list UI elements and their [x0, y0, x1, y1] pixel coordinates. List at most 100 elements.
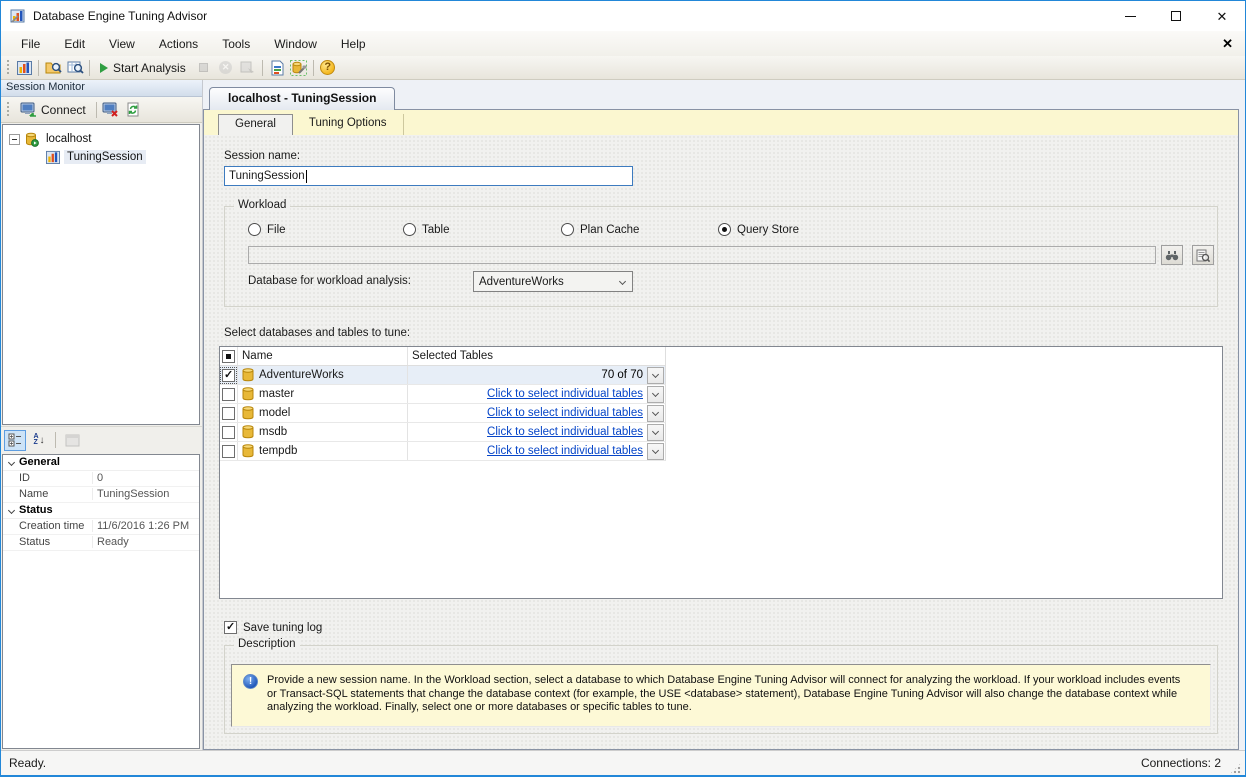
help-button[interactable]: ? — [317, 57, 339, 78]
refresh-icon — [126, 102, 140, 117]
row-dropdown-button[interactable] — [647, 443, 664, 460]
disconnect-button[interactable] — [100, 99, 122, 120]
property-category-general[interactable]: General — [3, 455, 199, 471]
chevron-down-icon — [652, 427, 659, 434]
workload-database-combo[interactable]: AdventureWorks — [473, 271, 633, 292]
connect-button[interactable]: Connect — [13, 99, 93, 120]
document-tab[interactable]: localhost - TuningSession — [209, 87, 395, 110]
row-dropdown-button[interactable] — [647, 386, 664, 403]
toolbar-grip[interactable] — [6, 60, 10, 75]
tree-node-localhost-label[interactable]: localhost — [43, 132, 94, 146]
database-icon — [242, 425, 254, 439]
save-tuning-log-checkbox[interactable]: Save tuning log — [224, 621, 322, 634]
database-name: tempdb — [259, 445, 297, 457]
categorized-button[interactable] — [4, 430, 26, 451]
app-icon — [10, 8, 26, 24]
select-tables-link[interactable]: Click to select individual tables — [487, 388, 643, 400]
new-session-icon — [17, 60, 32, 75]
row-checkbox[interactable] — [222, 445, 235, 458]
collapse-icon[interactable] — [9, 134, 20, 145]
database-icon — [242, 444, 254, 458]
menu-edit[interactable]: Edit — [52, 34, 97, 54]
radio-plan-cache-icon — [561, 223, 574, 236]
tree-node-session[interactable]: TuningSession — [3, 148, 199, 166]
select-tables-link[interactable]: Click to select individual tables — [487, 407, 643, 419]
browse-workload-table-icon — [67, 60, 84, 75]
help-icon: ? — [320, 60, 335, 75]
new-session-button[interactable] — [13, 57, 35, 78]
column-header-selected-tables[interactable]: Selected Tables — [408, 350, 665, 362]
table-row[interactable]: tempdb Click to select individual tables — [220, 442, 666, 461]
server-database-icon — [25, 132, 39, 147]
alphabetical-sort-button[interactable]: AZ↓ — [28, 430, 50, 451]
select-all-checkbox[interactable] — [222, 350, 235, 363]
property-category-label: Status — [19, 504, 53, 516]
select-tables-link[interactable]: Click to select individual tables — [487, 445, 643, 457]
menu-actions[interactable]: Actions — [147, 34, 210, 54]
row-dropdown-button[interactable] — [647, 405, 664, 422]
maximize-button[interactable] — [1153, 1, 1199, 31]
session-name-input[interactable]: TuningSession — [224, 166, 633, 186]
browse-search-button[interactable] — [1161, 245, 1183, 265]
radio-table[interactable]: Table — [403, 223, 450, 236]
tab-tuning-options[interactable]: Tuning Options — [293, 114, 404, 135]
column-header-name[interactable]: Name — [238, 347, 408, 365]
row-checkbox[interactable] — [222, 426, 235, 439]
property-row-id[interactable]: ID 0 — [3, 471, 199, 487]
property-pages-icon — [65, 434, 80, 447]
chevron-down-icon — [7, 458, 14, 465]
property-row-creation-time[interactable]: Creation time 11/6/2016 1:26 PM — [3, 519, 199, 535]
menu-view[interactable]: View — [97, 34, 147, 54]
property-label: Creation time — [19, 520, 93, 532]
property-row-name[interactable]: Name TuningSession — [3, 487, 199, 503]
apply-recommendations-button[interactable] — [288, 57, 310, 78]
workload-group-label: Workload — [234, 199, 290, 211]
radio-plan-cache[interactable]: Plan Cache — [561, 223, 639, 236]
radio-file[interactable]: File — [248, 223, 286, 236]
select-tables-link[interactable]: Click to select individual tables — [487, 426, 643, 438]
connect-label: Connect — [41, 103, 86, 117]
row-checkbox[interactable] — [222, 388, 235, 401]
start-analysis-button[interactable]: Start Analysis — [93, 57, 193, 78]
minimize-button[interactable] — [1107, 1, 1153, 31]
session-toolbar-grip[interactable] — [6, 102, 10, 117]
maximize-icon — [1171, 11, 1181, 21]
row-checkbox[interactable] — [222, 407, 235, 420]
row-dropdown-button[interactable] — [647, 367, 664, 384]
row-checkbox[interactable] — [222, 369, 235, 382]
table-row[interactable]: master Click to select individual tables — [220, 385, 666, 404]
alphabetical-sort-icon: AZ↓ — [33, 434, 44, 447]
browse-workload-table-button[interactable] — [64, 57, 86, 78]
database-name: AdventureWorks — [259, 369, 344, 381]
start-analysis-icon — [100, 63, 108, 73]
cancel-icon: ✕ — [219, 61, 232, 74]
property-row-status[interactable]: Status Ready — [3, 535, 199, 551]
menu-window[interactable]: Window — [262, 34, 329, 54]
refresh-button[interactable] — [122, 99, 144, 120]
grid-header-row: Name Selected Tables — [220, 347, 666, 366]
menu-help[interactable]: Help — [329, 34, 378, 54]
description-text: Provide a new session name. In the Workl… — [267, 674, 1185, 715]
text-caret — [306, 170, 307, 183]
workload-database-value: AdventureWorks — [479, 276, 564, 288]
property-value: 11/6/2016 1:26 PM — [93, 520, 189, 532]
save-tuning-log-label: Save tuning log — [243, 622, 322, 634]
tab-general[interactable]: General — [218, 114, 293, 135]
table-row[interactable]: msdb Click to select individual tables — [220, 423, 666, 442]
close-button[interactable]: ✕ — [1199, 1, 1245, 31]
disconnect-icon — [102, 102, 119, 117]
row-dropdown-button[interactable] — [647, 424, 664, 441]
property-category-status[interactable]: Status — [3, 503, 199, 519]
document-close-icon[interactable]: ✕ — [1210, 36, 1245, 52]
table-row[interactable]: model Click to select individual tables — [220, 404, 666, 423]
table-row[interactable]: AdventureWorks 70 of 70 — [220, 366, 666, 385]
radio-query-store[interactable]: Query Store — [718, 223, 799, 236]
preview-workload-button[interactable] — [1192, 245, 1214, 265]
menu-file[interactable]: File — [9, 34, 52, 54]
browse-workload-file-button[interactable] — [42, 57, 64, 78]
report-button[interactable] — [266, 57, 288, 78]
resize-grip-icon[interactable] — [1229, 762, 1242, 775]
tree-node-localhost[interactable]: localhost — [3, 130, 199, 148]
menu-tools[interactable]: Tools — [210, 34, 262, 54]
tree-node-session-label[interactable]: TuningSession — [64, 150, 146, 164]
